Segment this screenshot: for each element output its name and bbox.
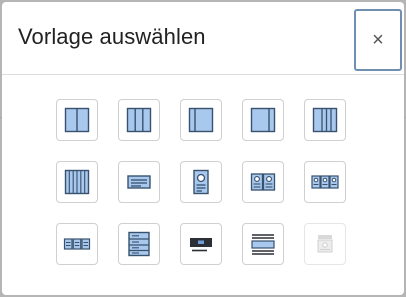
- template-text-box[interactable]: [118, 161, 160, 203]
- template-sidebar-right[interactable]: [180, 99, 222, 141]
- dialog-header: Vorlage auswählen ×: [2, 2, 404, 75]
- two-cards-icon: [250, 173, 276, 191]
- two-columns-icon: [64, 107, 90, 133]
- template-grid: [56, 99, 346, 265]
- template-two-cards[interactable]: [242, 161, 284, 203]
- profile-card-icon: [193, 169, 209, 195]
- template-stacked-list[interactable]: [118, 223, 160, 265]
- dialog-title: Vorlage auswählen: [18, 24, 206, 49]
- media-block-disabled-icon: [317, 235, 333, 253]
- text-box-icon: [127, 175, 151, 189]
- three-columns-icon: [126, 107, 152, 133]
- template-three-columns[interactable]: [118, 99, 160, 141]
- image-caption-icon: [190, 238, 212, 252]
- template-three-cards[interactable]: [304, 161, 346, 203]
- template-dialog: Vorlage auswählen ×: [2, 2, 404, 295]
- close-button[interactable]: ×: [354, 9, 402, 71]
- template-two-columns[interactable]: [56, 99, 98, 141]
- template-media-block-disabled: [304, 223, 346, 265]
- sidebar-right-icon: [188, 107, 214, 133]
- six-columns-icon: [64, 169, 90, 195]
- three-boxes-icon: [63, 238, 91, 250]
- template-six-columns[interactable]: [56, 161, 98, 203]
- four-columns-icon: [312, 107, 338, 133]
- template-three-boxes[interactable]: [56, 223, 98, 265]
- template-profile-card[interactable]: [180, 161, 222, 203]
- sidebar-left-icon: [250, 107, 276, 133]
- template-text-lines[interactable]: [242, 223, 284, 265]
- text-lines-icon: [251, 234, 275, 255]
- close-icon: ×: [372, 28, 384, 51]
- three-cards-icon: [311, 175, 339, 189]
- stacked-list-icon: [128, 231, 150, 257]
- template-four-columns[interactable]: [304, 99, 346, 141]
- template-image-caption[interactable]: [180, 223, 222, 265]
- template-sidebar-left[interactable]: [242, 99, 284, 141]
